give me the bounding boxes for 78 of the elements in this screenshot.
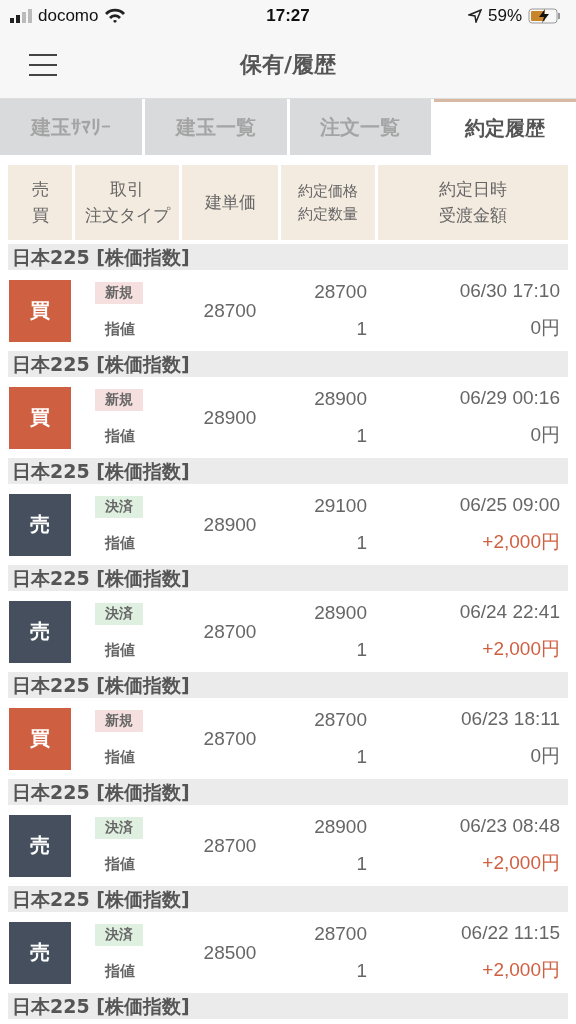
fill-datetime: 06/22 11:15 (461, 922, 560, 945)
screen-title: 保有/履歴 (240, 51, 336, 79)
fill-quantity: 1 (356, 852, 367, 875)
column-header: 約定価格 約定数量 (281, 165, 375, 240)
instrument-header: 日本225 [株価指数] (8, 244, 568, 270)
battery-percent: 59% (487, 6, 522, 26)
column-header: 建単価 (182, 165, 278, 240)
menu-icon[interactable] (29, 54, 57, 76)
entry-price: 28700 (203, 299, 257, 322)
fill-quantity: 1 (356, 531, 367, 554)
fill-quantity: 1 (356, 745, 367, 768)
settlement-amount: +2,000円 (482, 957, 560, 982)
fill-quantity: 1 (356, 959, 367, 982)
side-badge: 買 (9, 279, 71, 342)
fill-datetime: 06/24 22:41 (459, 601, 560, 624)
instrument-header: 日本225 [株価指数] (8, 351, 568, 377)
trade-tag: 決済 (95, 924, 143, 946)
order-type: 指値 (103, 534, 135, 553)
entry-price: 28500 (203, 941, 257, 964)
fill-price: 28900 (314, 388, 367, 411)
fill-price: 28900 (314, 816, 367, 839)
column-header: 取引 注文タイプ (75, 165, 179, 240)
instrument-header: 日本225 [株価指数] (8, 458, 568, 484)
trade-tag: 新規 (95, 710, 143, 732)
location-arrow-icon (467, 9, 482, 23)
trade-tag: 決済 (95, 817, 143, 839)
entry-price: 28900 (203, 406, 257, 429)
settlement-amount: 0円 (530, 315, 560, 340)
settlement-amount: +2,000円 (482, 529, 560, 554)
instrument-header: 日本225 [株価指数] (8, 565, 568, 591)
side-badge: 売 (9, 493, 71, 556)
entry-price: 28700 (203, 834, 257, 857)
order-type: 指値 (103, 748, 135, 767)
trade-tag: 新規 (95, 389, 143, 411)
instrument-header: 日本225 [株価指数] (8, 779, 568, 805)
trade-tag: 決済 (95, 496, 143, 518)
order-type: 指値 (103, 641, 135, 660)
instrument-header: 日本225 [株価指数] (8, 886, 568, 912)
instrument-header: 日本225 [株価指数] (8, 672, 568, 698)
settlement-amount: 0円 (530, 422, 560, 447)
fill-price: 28700 (314, 709, 367, 732)
fill-datetime: 06/23 18:11 (461, 708, 560, 731)
column-header: 約定日時 受渡金額 (378, 165, 568, 240)
trade-tag: 決済 (95, 603, 143, 625)
signal-icon (10, 9, 32, 23)
side-badge: 売 (9, 814, 71, 877)
carrier-name: docomo (38, 6, 99, 26)
side-badge: 買 (9, 386, 71, 449)
settlement-amount: 0円 (530, 743, 560, 768)
column-header: 売 買 (8, 165, 72, 240)
order-type: 指値 (103, 427, 135, 446)
fill-datetime: 06/25 09:00 (459, 494, 560, 517)
entry-price: 28700 (203, 727, 257, 750)
fill-datetime: 06/29 00:16 (459, 387, 560, 410)
fill-quantity: 1 (356, 638, 367, 661)
side-badge: 売 (9, 921, 71, 984)
settlement-amount: +2,000円 (482, 850, 560, 875)
fill-price: 28900 (314, 602, 367, 625)
side-badge: 買 (9, 707, 71, 770)
entry-price: 28900 (203, 513, 257, 536)
order-type: 指値 (103, 962, 135, 981)
fill-price: 28700 (314, 281, 367, 304)
side-badge: 売 (9, 600, 71, 663)
fill-price: 29100 (314, 495, 367, 518)
battery-charging-icon (528, 8, 562, 24)
order-type: 指値 (103, 320, 135, 339)
instrument-header: 日本225 [株価指数] (8, 993, 568, 1019)
clock-time: 17:27 (266, 6, 310, 26)
fill-datetime: 06/23 08:48 (459, 815, 560, 838)
settlement-amount: +2,000円 (482, 636, 560, 661)
fill-quantity: 1 (356, 424, 367, 447)
fill-quantity: 1 (356, 317, 367, 340)
trade-tag: 新規 (95, 282, 143, 304)
entry-price: 28700 (203, 620, 257, 643)
fill-price: 28700 (314, 923, 367, 946)
order-type: 指値 (103, 855, 135, 874)
fill-datetime: 06/30 17:10 (459, 280, 560, 303)
wifi-icon (104, 8, 127, 24)
